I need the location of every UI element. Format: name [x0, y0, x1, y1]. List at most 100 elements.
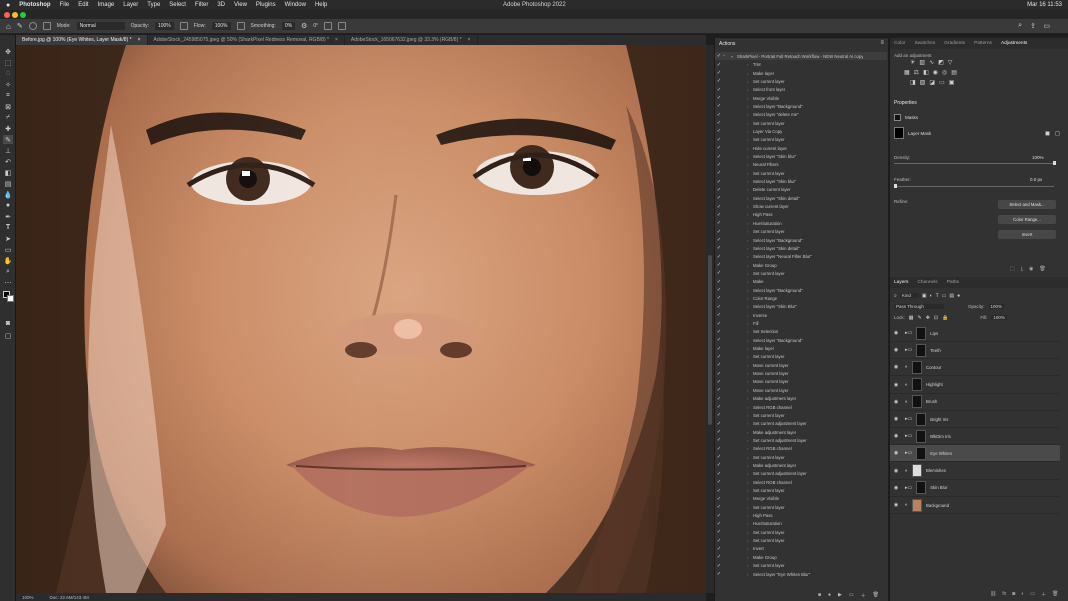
- checkmark-icon[interactable]: ✓: [715, 220, 723, 226]
- layer-row[interactable]: ◉ ◐ Contour: [890, 359, 1060, 377]
- layer-row[interactable]: ◉ ▸▭ BlkDim Iris: [890, 428, 1060, 446]
- flow-field[interactable]: 100%: [211, 22, 231, 30]
- search-icon[interactable]: ⌕: [1018, 22, 1022, 30]
- fx-icon[interactable]: fx: [1002, 591, 1006, 598]
- selective-color-icon[interactable]: ▣: [949, 79, 955, 86]
- filter-toggle-icon[interactable]: ●: [957, 293, 960, 299]
- checkmark-icon[interactable]: ✓: [715, 187, 723, 193]
- tab-channels[interactable]: Channels: [917, 280, 937, 285]
- action-step-row[interactable]: ✓ › Set current layer: [715, 536, 887, 544]
- workspace-icon[interactable]: ▭: [1043, 22, 1050, 30]
- checkmark-icon[interactable]: ✓: [715, 404, 723, 410]
- checkmark-icon[interactable]: ✓: [715, 337, 723, 343]
- action-step-row[interactable]: ✓ › Make layer: [715, 69, 887, 77]
- layer-opacity-field[interactable]: 100%: [988, 304, 1005, 309]
- brush-settings-icon[interactable]: [42, 22, 51, 30]
- menu-select[interactable]: Select: [169, 2, 186, 8]
- lasso-tool-icon[interactable]: ◌: [3, 69, 13, 78]
- dialog-toggle-icon[interactable]: ▫: [723, 53, 731, 59]
- tab-before[interactable]: Before.jpg @ 100% (Eye Whites, Layer Mas…: [16, 35, 148, 45]
- eyedropper-tool-icon[interactable]: ⌿: [3, 113, 13, 122]
- share-icon[interactable]: ⇪: [1030, 22, 1036, 30]
- blur-tool-icon[interactable]: 💧: [3, 190, 13, 199]
- screen-mode-icon[interactable]: ▢: [3, 331, 13, 340]
- move-tool-icon[interactable]: ✥: [3, 47, 13, 56]
- action-step-row[interactable]: ✓ › Hue/Saturation: [715, 219, 887, 227]
- history-brush-tool-icon[interactable]: ↶: [3, 157, 13, 166]
- checkmark-icon[interactable]: ✓: [715, 145, 723, 151]
- action-step-row[interactable]: ✓ › Neural Filters: [715, 161, 887, 169]
- menu-view[interactable]: View: [234, 2, 247, 8]
- action-step-row[interactable]: ✓ › Set current layer: [715, 353, 887, 361]
- color-balance-icon[interactable]: ⚖: [914, 69, 919, 76]
- path-select-tool-icon[interactable]: ➤: [3, 234, 13, 243]
- tab-layers[interactable]: Layers: [894, 280, 908, 285]
- filter-pixel-icon[interactable]: ▣: [922, 293, 927, 299]
- checkmark-icon[interactable]: ✓: [715, 195, 723, 201]
- action-step-row[interactable]: ✓ › Merge Visible: [715, 495, 887, 503]
- posterize-icon[interactable]: ▨: [920, 79, 926, 86]
- layer-row[interactable]: ◉ ▸▭ Skin Blur: [890, 480, 1060, 497]
- menu-window[interactable]: Window: [285, 2, 306, 8]
- checkmark-icon[interactable]: ✓: [715, 446, 723, 452]
- quick-select-tool-icon[interactable]: ✧: [3, 80, 13, 89]
- eye-icon[interactable]: ◉: [890, 502, 902, 508]
- close-icon[interactable]: ×: [468, 37, 471, 43]
- play-icon[interactable]: ▶: [838, 592, 842, 601]
- checkmark-icon[interactable]: ✓: [715, 154, 723, 160]
- action-step-row[interactable]: ✓ › Set current layer: [715, 453, 887, 461]
- layer-thumbnail[interactable]: [912, 498, 923, 512]
- checkmark-icon[interactable]: ✓: [715, 254, 723, 260]
- checkmark-icon[interactable]: ✓: [715, 270, 723, 276]
- layer-thumbnail[interactable]: [916, 412, 927, 426]
- checkmark-icon[interactable]: ✓: [715, 546, 723, 552]
- pixel-mask-icon[interactable]: ◼: [1045, 130, 1050, 137]
- action-step-row[interactable]: ✓ › Invert: [715, 545, 887, 553]
- menu-app[interactable]: Photoshop: [19, 2, 50, 8]
- action-step-row[interactable]: ✓ › Color Range: [715, 294, 887, 302]
- eye-icon[interactable]: ◉: [890, 364, 902, 370]
- action-step-row[interactable]: ✓ › Set current adjustment layer: [715, 470, 887, 478]
- checkmark-icon[interactable]: ✓: [715, 87, 723, 93]
- folder-icon[interactable]: ▭: [1030, 591, 1035, 598]
- layer-thumbnail[interactable]: [916, 429, 927, 443]
- menu-plugins[interactable]: Plugins: [256, 2, 276, 8]
- checkmark-icon[interactable]: ✓: [715, 462, 723, 468]
- action-step-row[interactable]: ✓ › Select front layer: [715, 86, 887, 94]
- action-step-row[interactable]: ✓ › Fill: [715, 319, 887, 327]
- apple-icon[interactable]: ●: [6, 2, 10, 9]
- menu-file[interactable]: File: [60, 2, 70, 8]
- checkmark-icon[interactable]: ✓: [715, 488, 723, 494]
- checkmark-icon[interactable]: ✓: [715, 412, 723, 418]
- action-step-row[interactable]: ✓ › Set current layer: [715, 77, 887, 85]
- layer-thumbnail[interactable]: [916, 446, 927, 460]
- checkmark-icon[interactable]: ✓: [715, 212, 723, 218]
- healing-tool-icon[interactable]: ✚: [3, 124, 13, 133]
- eraser-tool-icon[interactable]: ◧: [3, 168, 13, 177]
- photo-filter-icon[interactable]: ◉: [933, 69, 938, 76]
- checkmark-icon[interactable]: ✓: [715, 321, 723, 327]
- layer-row[interactable]: ◉ ◐ Highlight: [890, 377, 1060, 394]
- close-window-button[interactable]: [4, 12, 10, 18]
- action-step-row[interactable]: ✓ › Trim: [715, 61, 887, 69]
- action-step-row[interactable]: ✓ › Select layer "Neural Filter Blur": [715, 253, 887, 261]
- close-icon[interactable]: ×: [335, 37, 338, 43]
- new-set-icon[interactable]: ▭: [849, 592, 854, 601]
- gradient-map-icon[interactable]: ▭: [939, 79, 945, 86]
- tab-color[interactable]: Color: [894, 41, 905, 46]
- adjustment-layer-icon[interactable]: ◐: [1021, 591, 1024, 598]
- checkmark-icon[interactable]: ✓: [715, 70, 723, 76]
- lock-artboard-icon[interactable]: ⊡: [934, 315, 938, 321]
- symmetry-icon[interactable]: [338, 22, 347, 30]
- shape-tool-icon[interactable]: ▭: [3, 245, 13, 254]
- action-step-row[interactable]: ✓ › Move current layer: [715, 369, 887, 377]
- checkmark-icon[interactable]: ✓: [715, 396, 723, 402]
- action-step-row[interactable]: ✓ › Select layer "Skin blur": [715, 152, 887, 160]
- action-step-row[interactable]: ✓ › Delete current layer: [715, 186, 887, 194]
- hue-saturation-icon[interactable]: ▦: [904, 69, 910, 76]
- tab-gradients[interactable]: Gradients: [944, 41, 965, 46]
- panel-menu-icon[interactable]: ≡: [880, 40, 884, 46]
- eye-icon[interactable]: ◉: [890, 433, 902, 439]
- eye-icon[interactable]: ◉: [890, 330, 902, 336]
- checkmark-icon[interactable]: ✓: [715, 479, 723, 485]
